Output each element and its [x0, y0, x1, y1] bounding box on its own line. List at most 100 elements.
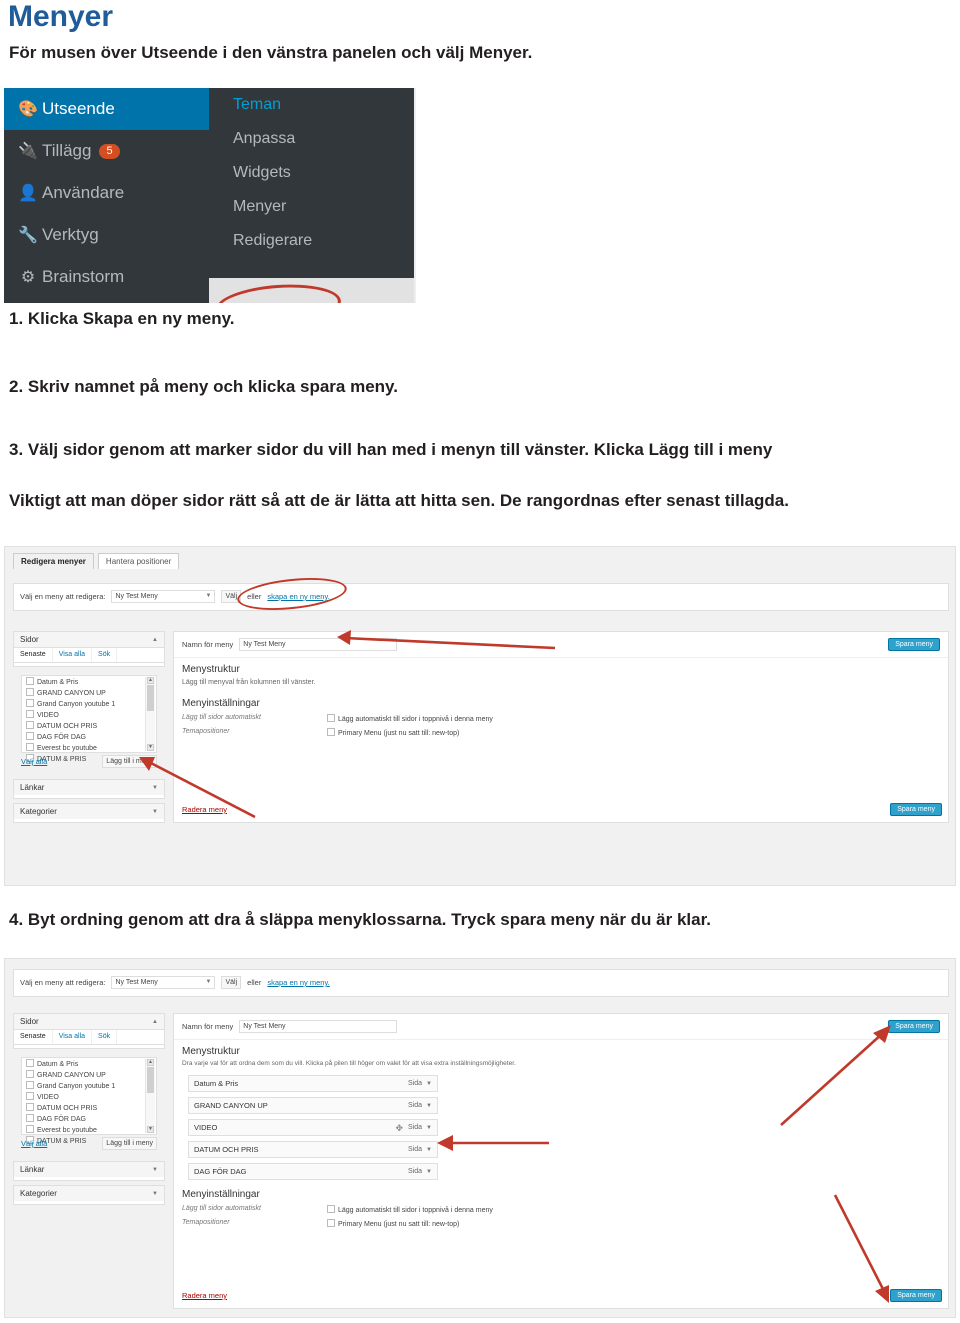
theme-positions-label: Temapositioner: [182, 1219, 230, 1226]
list-item[interactable]: Grand Canyon youtube 1: [22, 1080, 156, 1091]
checkbox-icon[interactable]: [26, 732, 34, 740]
list-item[interactable]: DAG FÖR DAG: [22, 731, 156, 742]
checkbox-icon[interactable]: [327, 714, 335, 722]
delete-menu-link[interactable]: Radera meny: [182, 1291, 227, 1300]
pages-panel-header[interactable]: Sidor ▲: [14, 632, 164, 648]
checkbox-icon[interactable]: [26, 1081, 34, 1089]
menu-item-row[interactable]: Datum & Pris Sida ▼: [188, 1075, 438, 1092]
subtab-sok[interactable]: Sök: [92, 648, 118, 662]
save-menu-button-bottom[interactable]: Spara meny: [890, 803, 942, 816]
sidebar-item-brainstorm[interactable]: ⚙ Brainstorm: [4, 256, 209, 298]
checkbox-icon[interactable]: [26, 699, 34, 707]
menu-item-row[interactable]: DAG FÖR DAG Sida ▼: [188, 1163, 438, 1180]
checkbox-icon[interactable]: [26, 1059, 34, 1067]
submenu-item-redigerare[interactable]: Redigerare: [209, 224, 414, 258]
select-menu-label: Välj en meny att redigera:: [20, 978, 106, 987]
list-item[interactable]: VIDEO: [22, 709, 156, 720]
add-to-menu-button[interactable]: Lägg till i meny: [102, 1137, 157, 1150]
select-menu-button[interactable]: Välj: [221, 976, 242, 989]
menu-select-dropdown[interactable]: Ny Test Meny ▼: [111, 976, 216, 989]
auto-add-label: Lägg till sidor automatiskt: [182, 1205, 261, 1212]
categories-panel-title: Kategorier: [20, 807, 57, 816]
checkbox-icon[interactable]: [327, 1219, 335, 1227]
list-item[interactable]: Datum & Pris: [22, 1058, 156, 1069]
list-item[interactable]: VIDEO: [22, 1091, 156, 1102]
scrollbar-thumb[interactable]: [147, 685, 154, 711]
subtab-sok[interactable]: Sök: [92, 1030, 118, 1044]
chevron-up-icon[interactable]: ▲: [152, 1019, 158, 1025]
checkbox-icon[interactable]: [26, 688, 34, 696]
scroll-up-icon[interactable]: ▲: [147, 677, 154, 684]
screenshot-menus-empty: Redigera menyer Hantera positioner Välj …: [4, 546, 956, 886]
submenu-item-teman[interactable]: Teman: [209, 88, 414, 122]
submenu-item-anpassa[interactable]: Anpassa: [209, 122, 414, 156]
arrow-to-drag-handle: [437, 1135, 549, 1151]
links-panel-2[interactable]: Länkar ▼: [13, 1161, 165, 1181]
sidebar-item-anvandare[interactable]: 👤 Användare: [4, 172, 209, 214]
menu-item-row[interactable]: GRAND CANYON UP Sida ▼: [188, 1097, 438, 1114]
subtab-senaste[interactable]: Senaste: [14, 648, 53, 662]
checkbox-icon[interactable]: [26, 1092, 34, 1100]
menu-select-dropdown[interactable]: Ny Test Meny ▼: [111, 590, 216, 603]
list-item[interactable]: Grand Canyon youtube 1: [22, 698, 156, 709]
menu-item-row[interactable]: VIDEO Sida ▼ ✥: [188, 1119, 438, 1136]
menu-item-label: Datum & Pris: [194, 1079, 239, 1088]
save-menu-button-top[interactable]: Spara meny: [888, 638, 940, 651]
scrollbar-thumb[interactable]: [147, 1067, 154, 1093]
step-3-text: 3. Välj sidor genom att marker sidor du …: [9, 440, 773, 459]
checkbox-icon[interactable]: [327, 1205, 335, 1213]
subtab-visa-alla[interactable]: Visa alla: [53, 1030, 93, 1044]
checkbox-icon[interactable]: [26, 1103, 34, 1111]
checkbox-icon[interactable]: [26, 1070, 34, 1078]
list-item[interactable]: GRAND CANYON UP: [22, 687, 156, 698]
create-new-menu-link[interactable]: skapa en ny meny.: [267, 978, 329, 987]
list-item[interactable]: GRAND CANYON UP: [22, 1069, 156, 1080]
sidebar-item-utseende[interactable]: 🎨 Utseende: [4, 88, 209, 130]
list-item[interactable]: Datum & Pris: [22, 676, 156, 687]
or-text: eller: [247, 978, 262, 987]
menu-name-input[interactable]: Ny Test Meny: [239, 1020, 398, 1033]
chevron-down-icon[interactable]: ▼: [152, 1191, 158, 1197]
submenu-item-widgets[interactable]: Widgets: [209, 156, 414, 190]
chevron-down-icon[interactable]: ▼: [426, 1081, 432, 1087]
scroll-down-icon[interactable]: ▼: [147, 1126, 154, 1133]
chevron-down-icon[interactable]: ▼: [152, 1167, 158, 1173]
select-all-link[interactable]: Välj alla: [21, 757, 47, 766]
checkbox-icon[interactable]: [26, 677, 34, 685]
auto-add-checkbox-row[interactable]: Lägg automatiskt till sidor i toppnivå i…: [327, 1205, 493, 1214]
pages-list-scrollbar[interactable]: [145, 677, 155, 751]
sidebar-item-verktyg[interactable]: 🔧 Verktyg: [4, 214, 209, 256]
pages-list-scrollbar[interactable]: [145, 1059, 155, 1133]
subtab-senaste[interactable]: Senaste: [14, 1030, 53, 1044]
sidebar-item-label: Brainstorm: [42, 267, 125, 286]
subtab-visa-alla[interactable]: Visa alla: [53, 648, 93, 662]
select-all-link[interactable]: Välj alla: [21, 1139, 47, 1148]
checkbox-icon[interactable]: [26, 743, 34, 751]
checkbox-icon[interactable]: [327, 728, 335, 736]
chevron-up-icon[interactable]: ▲: [152, 637, 158, 643]
list-item[interactable]: Everest bc youtube: [22, 1124, 156, 1135]
checkbox-icon[interactable]: [26, 721, 34, 729]
pages-panel-header[interactable]: Sidor ▲: [14, 1014, 164, 1030]
list-item[interactable]: DATUM OCH PRIS: [22, 720, 156, 731]
checkbox-icon[interactable]: [26, 1125, 34, 1133]
primary-menu-checkbox-row[interactable]: Primary Menu (just nu satt till: new-top…: [327, 728, 459, 737]
list-item[interactable]: DAG FÖR DAG: [22, 1113, 156, 1124]
checkbox-icon[interactable]: [26, 1114, 34, 1122]
tab-redigera-menyer[interactable]: Redigera menyer: [13, 553, 94, 569]
checkbox-icon[interactable]: [26, 710, 34, 718]
user-icon: 👤: [18, 185, 38, 202]
auto-add-checkbox-row[interactable]: Lägg automatiskt till sidor i toppnivå i…: [327, 714, 493, 723]
drag-handle-icon[interactable]: ✥: [395, 1123, 403, 1134]
chevron-down-icon[interactable]: ▼: [426, 1169, 432, 1175]
chevron-down-icon[interactable]: ▼: [426, 1103, 432, 1109]
menu-item-row[interactable]: DATUM OCH PRIS Sida ▼: [188, 1141, 438, 1158]
sidebar-item-tillagg[interactable]: 🔌 Tillägg 5: [4, 130, 209, 172]
submenu-item-menyer[interactable]: Menyer: [209, 190, 414, 224]
categories-panel-2[interactable]: Kategorier ▼: [13, 1185, 165, 1205]
list-item[interactable]: DATUM OCH PRIS: [22, 1102, 156, 1113]
page-title: Menyer: [8, 0, 114, 33]
primary-menu-checkbox-row[interactable]: Primary Menu (just nu satt till: new-top…: [327, 1219, 459, 1228]
tab-hantera-positioner[interactable]: Hantera positioner: [97, 553, 180, 569]
scroll-up-icon[interactable]: ▲: [147, 1059, 154, 1066]
